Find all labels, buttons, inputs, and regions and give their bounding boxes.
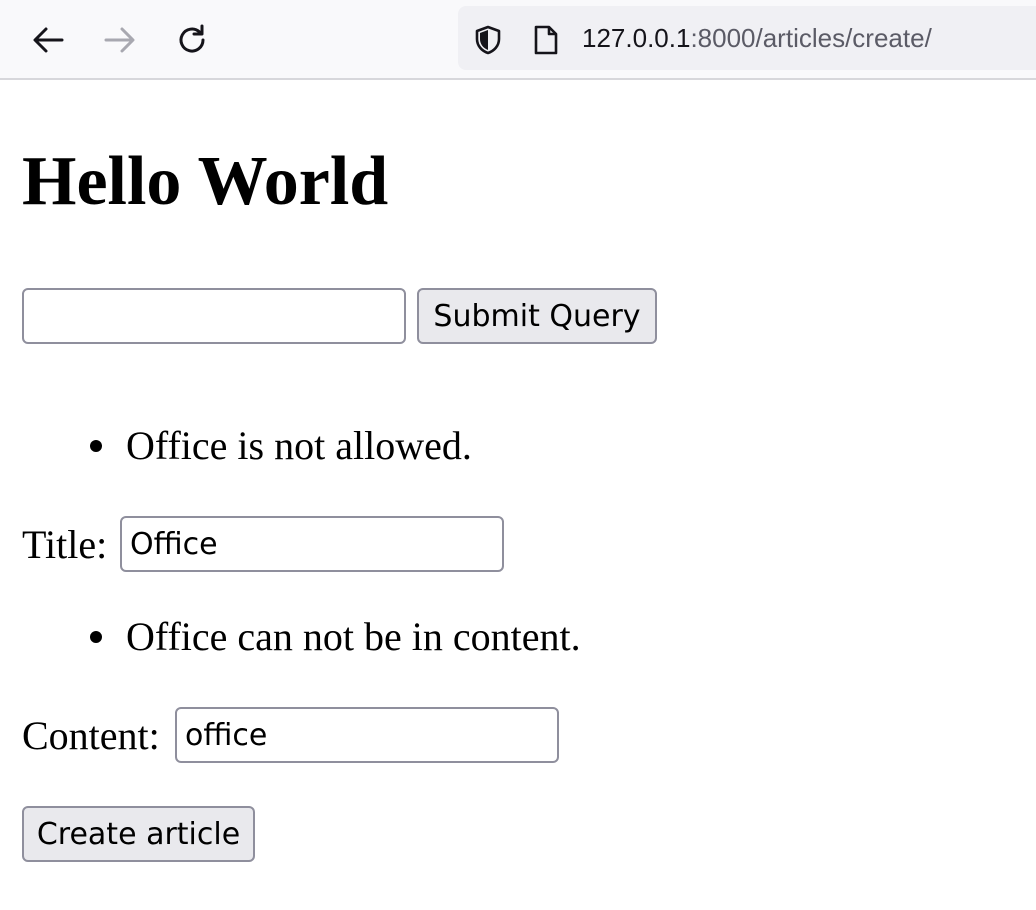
forward-button[interactable] bbox=[100, 20, 140, 60]
back-arrow-icon bbox=[33, 27, 64, 53]
back-button[interactable] bbox=[28, 20, 68, 60]
url-host: 127.0.0.1 bbox=[582, 23, 691, 53]
page-icon[interactable] bbox=[532, 24, 560, 56]
submit-query-button[interactable]: Submit Query bbox=[417, 288, 657, 344]
url-path: :8000/articles/create/ bbox=[690, 23, 932, 53]
title-error-text: Office is not allowed. bbox=[126, 423, 472, 468]
content-input[interactable] bbox=[175, 707, 559, 763]
content-error-text: Office can not be in content. bbox=[126, 614, 581, 659]
reload-icon bbox=[179, 24, 205, 53]
title-input[interactable] bbox=[120, 516, 504, 572]
address-bar[interactable]: 127.0.0.1:8000/articles/create/ bbox=[458, 6, 1036, 70]
create-article-button[interactable]: Create article bbox=[22, 806, 255, 862]
content-error-list: Office can not be in content. bbox=[22, 613, 581, 661]
title-label: Title: bbox=[22, 522, 108, 567]
url-text[interactable]: 127.0.0.1:8000/articles/create/ bbox=[582, 22, 932, 54]
reload-button[interactable] bbox=[172, 20, 212, 60]
content-label: Content: bbox=[22, 713, 160, 758]
browser-toolbar: 127.0.0.1:8000/articles/create/ bbox=[0, 0, 1036, 80]
forward-arrow-icon bbox=[104, 27, 135, 53]
title-error-item: Office is not allowed. bbox=[22, 422, 472, 470]
search-input[interactable] bbox=[22, 288, 406, 344]
shield-icon[interactable] bbox=[472, 24, 504, 56]
content-error-item: Office can not be in content. bbox=[22, 613, 581, 661]
bullet-icon bbox=[90, 631, 102, 643]
title-error-list: Office is not allowed. bbox=[22, 422, 472, 470]
bullet-icon bbox=[90, 440, 102, 452]
page-heading: Hello World bbox=[22, 143, 389, 220]
